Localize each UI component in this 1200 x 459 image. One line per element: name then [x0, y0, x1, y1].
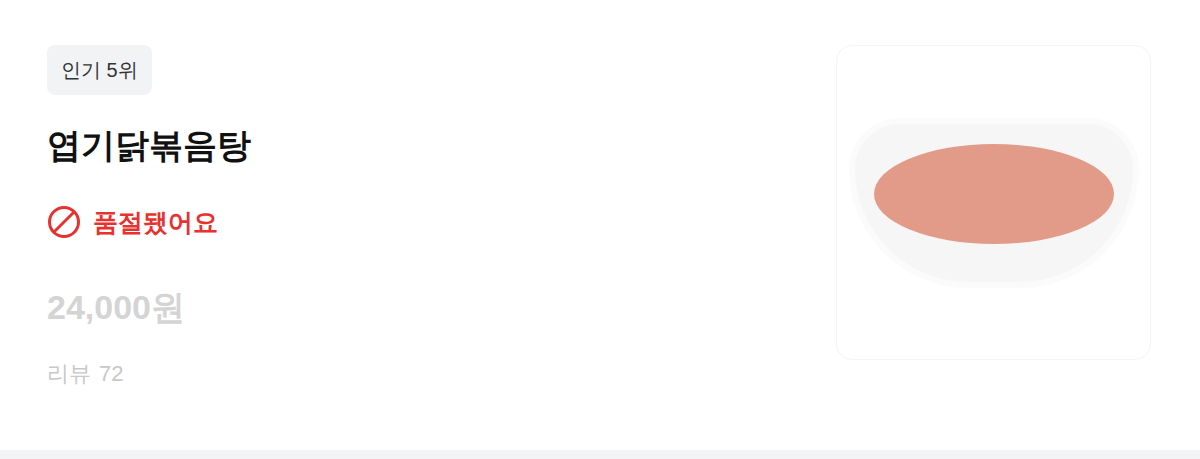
review-count[interactable]: 리뷰 72: [47, 359, 123, 389]
popularity-badge: 인기 5위: [47, 45, 152, 95]
menu-item-card[interactable]: 인기 5위엽기닭볶음탕품절됐어요 24,000원리뷰 72: [0, 0, 1200, 450]
sold-out-icon: [47, 205, 81, 239]
status-row: 품절됐어요: [47, 205, 218, 239]
price: 24,000원: [47, 285, 185, 329]
status-text: 품절됐어요: [93, 205, 218, 239]
review-label: 리뷰: [47, 359, 91, 389]
menu-item-info: 인기 5위엽기닭볶음탕품절됐어요 24,000원리뷰 72: [0, 0, 251, 450]
menu-item-photo: [836, 45, 1151, 360]
section-divider: [0, 450, 1200, 459]
menu-item-name: 엽기닭볶음탕: [47, 123, 251, 167]
review-number: 72: [99, 359, 123, 389]
menu-page: 인기 5위엽기닭볶음탕품절됐어요 24,000원리뷰 72: [0, 0, 1200, 459]
bowl-shape: [849, 118, 1139, 288]
stew-fill: [874, 144, 1114, 244]
